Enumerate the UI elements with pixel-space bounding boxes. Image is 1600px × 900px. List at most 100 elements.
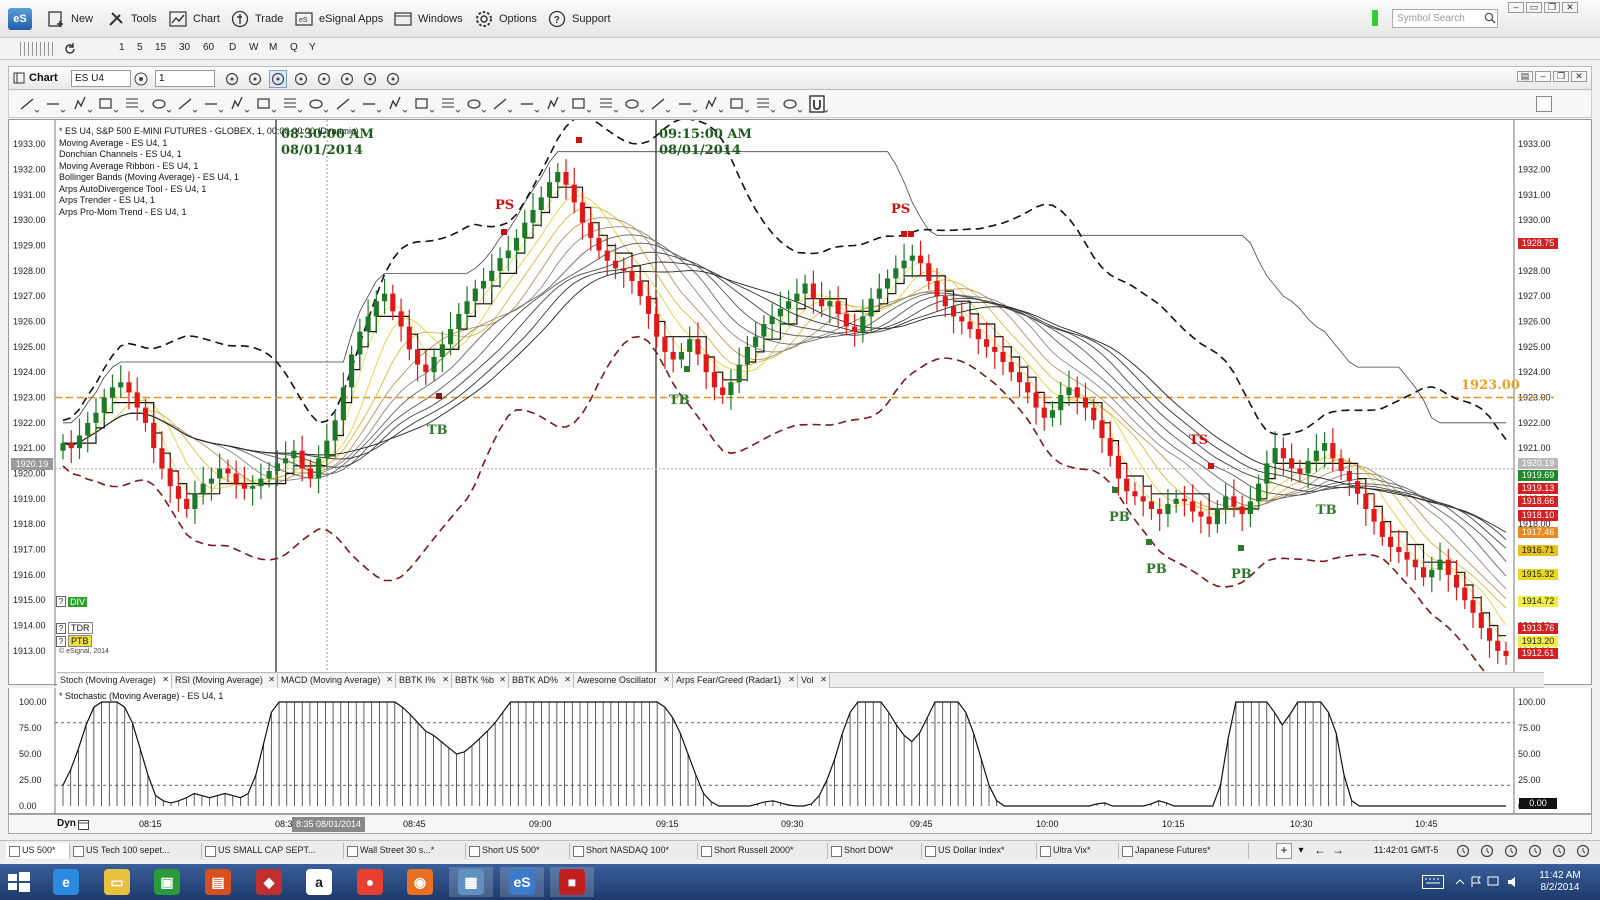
menu-trade[interactable]: Trade <box>230 9 283 29</box>
pitchfork-tool-icon[interactable] <box>151 95 173 113</box>
gann-tool-icon[interactable] <box>177 95 199 113</box>
page-tab[interactable]: US SMALL CAP SEPT... <box>202 843 344 859</box>
chart-window-close-button[interactable]: ✕ <box>1571 71 1587 82</box>
trend-tool-icon[interactable] <box>729 95 751 113</box>
link-chart-icon[interactable] <box>361 70 379 88</box>
tdr-badge[interactable]: ? TDR <box>56 622 93 634</box>
div-help-icon[interactable]: ? <box>56 596 66 607</box>
channel-tool-icon[interactable] <box>308 95 330 113</box>
study-tab[interactable]: Arps Fear/Greed (Radar1) ✕ <box>673 674 798 688</box>
speed-line-tool-icon[interactable] <box>598 95 620 113</box>
study-tab[interactable]: BBTK AD% ✕ <box>509 674 574 688</box>
amazon-icon[interactable]: a <box>297 867 341 897</box>
close-icon[interactable]: ✕ <box>663 675 670 684</box>
study-tab[interactable]: Vol ✕ <box>798 674 830 688</box>
keyboard-icon[interactable] <box>1422 875 1444 889</box>
windows-start-icon[interactable] <box>8 872 30 892</box>
parallel-tool-icon[interactable] <box>361 95 383 113</box>
text-tool-icon[interactable] <box>492 95 514 113</box>
firefox-icon[interactable]: ◉ <box>398 867 442 897</box>
diamond-tool-icon[interactable] <box>256 95 278 113</box>
chat-icon[interactable] <box>1480 844 1494 858</box>
esignal-icon[interactable]: eS <box>500 867 544 897</box>
gear-icon[interactable] <box>1576 844 1590 858</box>
play-icon[interactable] <box>315 70 333 88</box>
close-icon[interactable]: ✕ <box>499 675 506 684</box>
refresh-icon[interactable] <box>63 42 77 56</box>
study-tab[interactable]: BBTK %b ✕ <box>452 674 509 688</box>
comment-icon[interactable] <box>384 70 402 88</box>
stochastic-panel[interactable]: 100.00 100.00 75.00 75.00 50.00 50.00 25.00 25.… <box>8 688 1592 814</box>
minimize-button[interactable]: – <box>1508 2 1524 13</box>
calendar-icon[interactable] <box>78 819 89 830</box>
div-badge[interactable]: ? DIV <box>56 596 88 607</box>
interval-15[interactable]: 15 <box>155 42 166 53</box>
internet-explorer-icon[interactable]: e <box>44 867 88 897</box>
interval-m[interactable]: M <box>269 42 277 53</box>
app-logo[interactable]: eS <box>8 8 32 30</box>
price-chart-panel[interactable]: 1933.00 1933.00 1932.00 1932.00 1931.00 1931.… <box>8 115 1592 695</box>
time-zone-tool-icon[interactable] <box>466 95 488 113</box>
file-explorer-icon[interactable]: ▭ <box>95 867 139 897</box>
link-icon[interactable] <box>133 71 149 87</box>
note-tool-icon[interactable] <box>782 95 804 113</box>
grid-tool-icon[interactable] <box>624 95 646 113</box>
rectangle-tool-icon[interactable] <box>229 95 251 113</box>
close-icon[interactable]: ✕ <box>268 675 275 684</box>
menu-chart[interactable]: Chart <box>168 9 220 29</box>
menu-new[interactable]: New <box>46 9 93 29</box>
maximize-button[interactable]: ❐ <box>1544 2 1560 13</box>
page-tab[interactable]: US 500* <box>6 843 70 859</box>
remote-desktop-icon[interactable]: ▦ <box>449 867 493 897</box>
office-icon[interactable]: ▤ <box>196 867 240 897</box>
data-icon[interactable] <box>1528 844 1542 858</box>
ptb-badge[interactable]: ? PTB <box>56 635 92 647</box>
chrome-icon[interactable]: ● <box>348 867 392 897</box>
page-tab[interactable]: Short NASDAQ 100* <box>570 843 698 859</box>
study-tab[interactable]: MACD (Moving Average) ✕ <box>278 674 396 688</box>
close-icon[interactable]: ✕ <box>564 675 571 684</box>
menu-esignal-apps[interactable]: eS eSignal Apps <box>294 9 383 29</box>
fib-retrace-tool-icon[interactable] <box>414 95 436 113</box>
interval-1[interactable]: 1 <box>119 42 125 53</box>
interval-q[interactable]: Q <box>290 42 298 53</box>
chart-window-minimize-button[interactable]: – <box>1535 71 1551 82</box>
interval-w[interactable]: W <box>249 42 258 53</box>
symbol-search-input[interactable]: Symbol Search <box>1392 9 1498 28</box>
interval-30[interactable]: 30 <box>179 42 190 53</box>
chart-window-link-button[interactable]: ▤ <box>1517 71 1533 82</box>
close-icon[interactable]: ✕ <box>820 675 827 684</box>
study-tab[interactable]: Stoch (Moving Average) ✕ <box>57 674 172 688</box>
fan-tool-icon[interactable] <box>124 95 146 113</box>
interval-5[interactable]: 5 <box>137 42 143 53</box>
fib-ext-tool-icon[interactable] <box>440 95 462 113</box>
next-page-button[interactable]: → <box>1330 843 1346 859</box>
previous-page-button[interactable]: ← <box>1312 843 1328 859</box>
alert-icon[interactable] <box>1456 844 1470 858</box>
page-menu-button[interactable]: ▾ <box>1294 843 1308 859</box>
page-tab[interactable]: Japanese Futures* <box>1119 843 1249 859</box>
arrow-up-tool-icon[interactable] <box>519 95 541 113</box>
recorder-icon[interactable]: ■ <box>550 867 594 897</box>
magnet-tool-icon[interactable] <box>808 95 830 113</box>
refresh-icon[interactable] <box>1552 844 1566 858</box>
ellipse-tool-icon[interactable] <box>203 95 225 113</box>
regression-tool-icon[interactable] <box>571 95 593 113</box>
page-tab[interactable]: US Tech 100 sepet... <box>70 843 202 859</box>
eraser-tool-icon[interactable] <box>755 95 777 113</box>
arrow-down-tool-icon[interactable] <box>545 95 567 113</box>
store-icon[interactable]: ▣ <box>145 867 189 897</box>
vertical-line-tool-icon[interactable] <box>72 95 94 113</box>
zoom-icon[interactable] <box>292 70 310 88</box>
line-tool-icon[interactable] <box>19 95 41 113</box>
search-icon[interactable] <box>1484 12 1496 24</box>
menu-tools[interactable]: Tools <box>106 9 157 29</box>
page-tab[interactable]: Ultra Vix* <box>1037 843 1119 859</box>
close-icon[interactable]: ✕ <box>386 675 393 684</box>
system-tray-icons[interactable] <box>1454 874 1524 890</box>
time-axis[interactable]: Dyn 08:15 08:30 08:45 09:00 09:15 09:30 09:45 1… <box>8 814 1592 834</box>
close-icon[interactable]: ✕ <box>162 675 169 684</box>
cycle-tool-icon[interactable] <box>387 95 409 113</box>
tdr-help-icon[interactable]: ? <box>56 622 66 634</box>
page-tab[interactable]: Short US 500* <box>466 843 570 859</box>
